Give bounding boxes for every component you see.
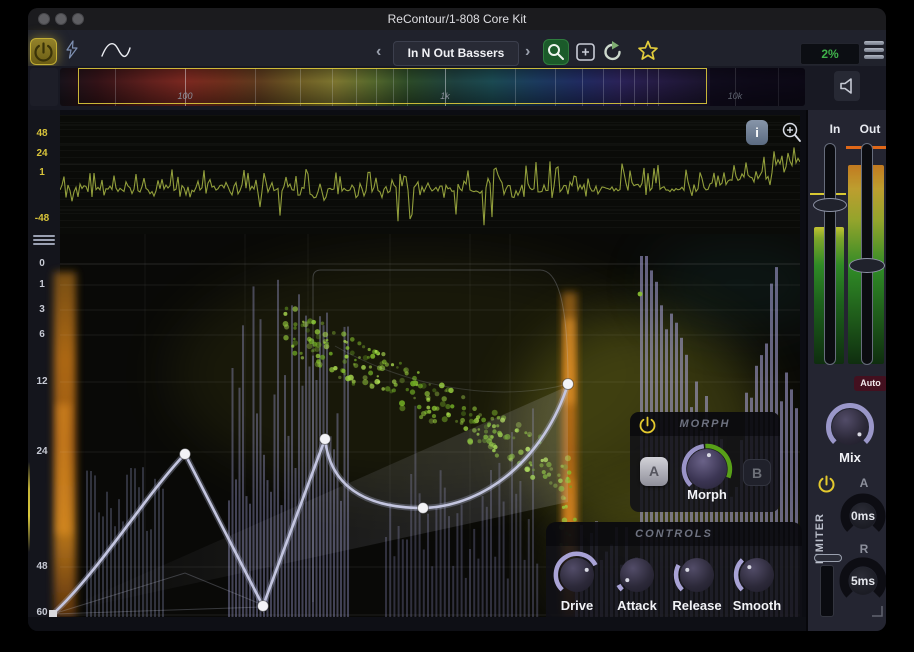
speaker-icon: [834, 71, 860, 101]
zoom-in-button[interactable]: [780, 120, 804, 146]
audition-button[interactable]: [834, 71, 860, 101]
sine-wave-icon[interactable]: [100, 39, 132, 61]
menu-icon: [864, 41, 884, 45]
star-icon: [636, 39, 660, 63]
in-label: In: [822, 122, 848, 136]
wave-ruler-24: 24: [28, 148, 56, 159]
curve-point[interactable]: [180, 449, 191, 460]
folder-plus-icon: [574, 40, 598, 64]
limiter-attack-value: 0ms: [839, 509, 886, 523]
strip-left-pad: [30, 68, 58, 106]
out-fader-handle[interactable]: [849, 258, 885, 273]
limiter-threshold-track[interactable]: [820, 565, 834, 617]
freq-tick-10k: 10k: [720, 91, 750, 101]
release-label: Release: [667, 598, 727, 613]
wave-ruler-m48: -48: [28, 213, 56, 224]
limiter-power-icon[interactable]: [817, 474, 838, 495]
search-icon: [544, 40, 568, 64]
preset-name-box[interactable]: In N Out Bassers: [393, 41, 519, 66]
preset-next-button[interactable]: ›: [525, 41, 530, 63]
magnify-plus-icon: [780, 120, 804, 146]
morph-a-button[interactable]: A: [640, 457, 668, 486]
release-knob[interactable]: [674, 552, 720, 598]
power-icon: [31, 39, 56, 64]
in-fader-track[interactable]: [824, 143, 836, 365]
mix-label: Mix: [820, 450, 880, 465]
mix-knob[interactable]: [826, 403, 874, 451]
cpu-meter: 2%: [800, 43, 860, 65]
refresh-icon: [600, 39, 626, 65]
drive-knob[interactable]: [554, 552, 600, 598]
curve-point[interactable]: [563, 379, 574, 390]
curve-point[interactable]: [258, 601, 269, 612]
out-fader-track[interactable]: [861, 143, 873, 365]
favorite-preset-button[interactable]: [636, 39, 660, 63]
panel-corner-mark: [870, 604, 884, 618]
drive-label: Drive: [547, 598, 607, 613]
morph-knob-label: Morph: [657, 487, 757, 502]
wave-ruler-48: 48: [28, 128, 56, 139]
bottom-strip: [28, 617, 806, 631]
morph-b-button[interactable]: B: [743, 459, 771, 486]
io-panel: In Out Auto Mix LIMITER A 0ms R 5ms: [806, 110, 886, 631]
waveform-svg: [60, 115, 800, 234]
limiter-threshold-handle[interactable]: [814, 554, 842, 562]
in-fader-handle[interactable]: [813, 198, 847, 212]
auto-gain-button[interactable]: Auto: [854, 376, 886, 391]
smooth-knob[interactable]: [734, 552, 780, 598]
limiter-release-value: 5ms: [838, 574, 886, 588]
limiter-attack-label: A: [856, 476, 872, 490]
titlebar: ReContour/1-808 Core Kit: [28, 8, 886, 31]
preset-search-button[interactable]: [543, 39, 569, 65]
attack-label: Attack: [607, 598, 667, 613]
attack-knob[interactable]: [614, 552, 660, 598]
controls-panel-title: CONTROLS: [546, 522, 802, 546]
limiter-release-label: R: [856, 542, 872, 556]
reload-preset-button[interactable]: [600, 39, 626, 65]
morph-panel: MORPH A B Morph: [630, 412, 780, 512]
curve-point[interactable]: [418, 503, 429, 514]
toolbar: ‹ In N Out Bassers › 2%: [28, 30, 886, 66]
wave-ruler-1: 1: [28, 167, 56, 178]
smooth-label: Smooth: [727, 598, 787, 613]
frequency-strip-row: 100 1k 10k: [28, 66, 886, 110]
info-button[interactable]: i: [746, 120, 768, 145]
save-preset-button[interactable]: [574, 40, 598, 64]
frequency-selection-border[interactable]: [78, 68, 707, 104]
preset-prev-button[interactable]: ‹: [376, 41, 381, 63]
waveform-display[interactable]: [60, 115, 800, 234]
controls-panel: CONTROLS Drive Attack Release Smooth: [546, 522, 802, 617]
frequency-spectrum-strip[interactable]: 100 1k 10k: [60, 68, 805, 106]
plugin-power-button[interactable]: [30, 38, 57, 65]
limiter-attack-knob[interactable]: 0ms: [839, 492, 886, 540]
main-content: 48 24 1 -48 0 1 3 6 12 24 48 60 i: [28, 110, 886, 631]
morph-power-icon[interactable]: [638, 415, 657, 434]
edge-glint: [28, 462, 30, 552]
limiter-release-knob[interactable]: 5ms: [838, 556, 886, 606]
lightning-icon[interactable]: [64, 40, 80, 60]
curve-point[interactable]: [320, 434, 331, 445]
out-label: Out: [854, 122, 886, 136]
plugin-window: ReContour/1-808 Core Kit ‹ In N Out Bass…: [28, 8, 886, 631]
menu-button[interactable]: [864, 41, 884, 59]
window-title: ReContour/1-808 Core Kit: [28, 12, 886, 26]
